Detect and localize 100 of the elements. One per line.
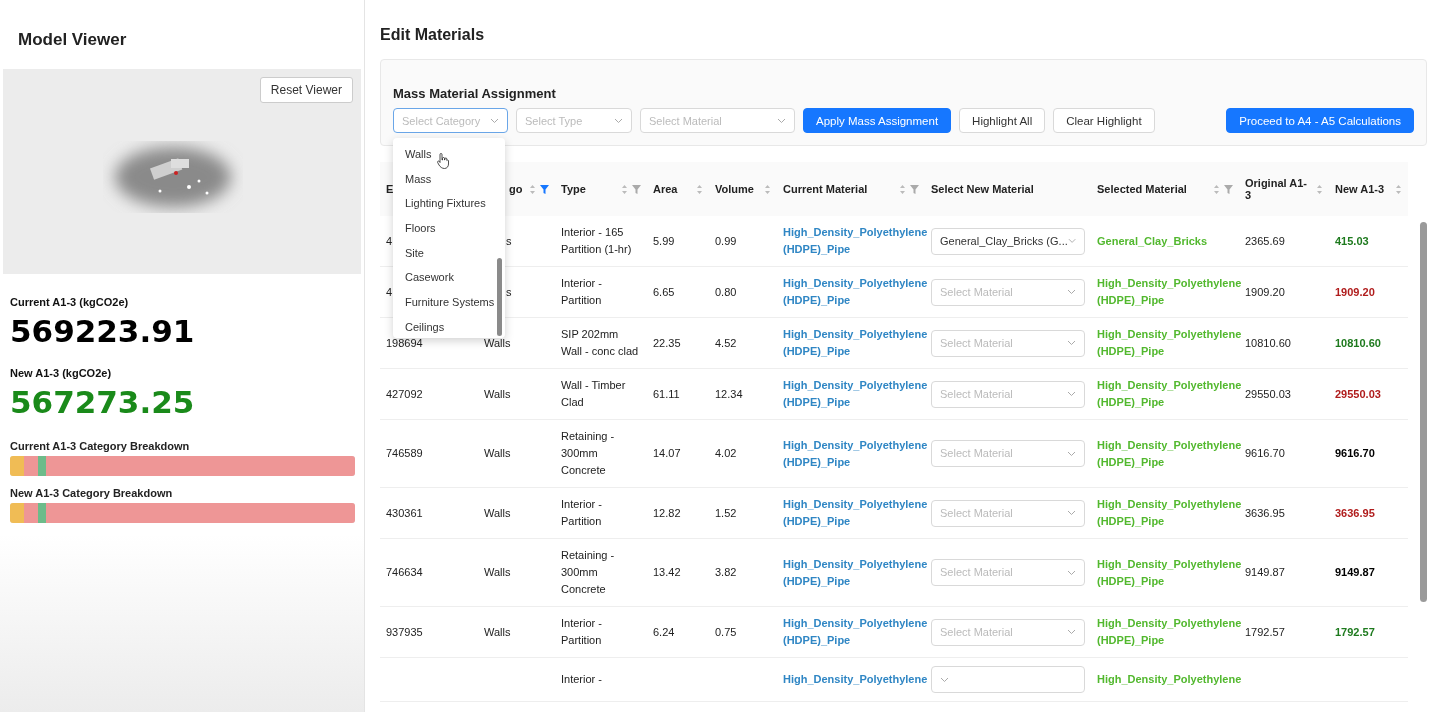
material-select[interactable] bbox=[931, 666, 1085, 693]
table-cell-text: 9616.70 bbox=[1245, 446, 1285, 461]
sort-icon[interactable] bbox=[764, 183, 771, 195]
breakdown-label: Current A1-3 Category Breakdown bbox=[10, 440, 191, 452]
action-button[interactable]: Highlight All bbox=[959, 108, 1046, 133]
filter-icon[interactable] bbox=[910, 184, 919, 194]
table-cell-text: 3.82 bbox=[715, 565, 737, 580]
proceed-button[interactable]: Proceed to A4 - A5 Calculations bbox=[1226, 108, 1414, 133]
hand-cursor-icon bbox=[437, 153, 449, 169]
table-cell-text: 3636.95 bbox=[1245, 505, 1285, 521]
metric-value: 569223.91 bbox=[10, 313, 196, 349]
chevron-down-icon bbox=[614, 117, 623, 124]
new-value: 29550.03 bbox=[1335, 386, 1381, 402]
material-link[interactable]: High_Density_Polyethylene (HDPE)_Pipe bbox=[783, 555, 928, 590]
sort-icon[interactable] bbox=[1316, 183, 1323, 195]
dropdown-option[interactable]: Furniture Systems bbox=[393, 290, 505, 315]
material-select[interactable]: General_Clay_Bricks (G... bbox=[931, 227, 1085, 255]
new-value: 9616.70 bbox=[1335, 446, 1375, 461]
table-cell-text: 4 bbox=[386, 233, 393, 249]
table-cell-text: SIP 202mm Wall - conc clad bbox=[561, 327, 640, 359]
table-cell-text: 2365.69 bbox=[1245, 233, 1285, 249]
action-button[interactable]: Apply Mass Assignment bbox=[803, 108, 952, 133]
table-cell-text: 5.99 bbox=[653, 233, 675, 249]
table-cell-text: Interior - 165 Partition (1-hr) bbox=[561, 225, 633, 257]
selected-material: General_Clay_Bricks bbox=[1097, 233, 1208, 249]
action-button[interactable]: Clear Highlight bbox=[1053, 108, 1155, 133]
table-cell-text: 937935 bbox=[386, 624, 423, 640]
column-header: Type bbox=[561, 183, 586, 195]
table-cell-text: Walls bbox=[484, 565, 511, 580]
card-title: Mass Material Assignment bbox=[393, 86, 557, 101]
material-link[interactable]: High_Density_Polyethylene (HDPE)_Pipe bbox=[783, 436, 928, 471]
new-value: 3636.95 bbox=[1335, 505, 1375, 521]
table-cell-text: Walls bbox=[484, 624, 511, 640]
material-link[interactable]: High_Density_Polyethylene (HDPE)_Pipe bbox=[783, 615, 928, 649]
chevron-down-icon bbox=[1067, 289, 1076, 295]
reset-viewer-button[interactable]: Reset Viewer bbox=[259, 77, 353, 103]
dropdown-option[interactable]: Mass bbox=[393, 166, 505, 192]
sort-icon[interactable] bbox=[696, 183, 703, 195]
sort-icon[interactable] bbox=[621, 183, 628, 195]
sort-icon[interactable] bbox=[529, 183, 536, 195]
column-header: E bbox=[386, 183, 394, 195]
selected-material: High_Density_Polyethylene (HDPE)_Pipe bbox=[1097, 497, 1242, 529]
table-cell-text: 12.34 bbox=[715, 386, 743, 402]
table-cell-text: 29550.03 bbox=[1245, 386, 1291, 402]
column-header: go bbox=[509, 183, 523, 195]
table-cell-text: Interior - Partition bbox=[561, 616, 603, 648]
material-link[interactable]: High_Density_Polyethylene (HDPE)_Pipe bbox=[783, 224, 928, 258]
table-cell-text: 61.11 bbox=[653, 386, 680, 402]
table-cell-text: 6.24 bbox=[653, 624, 675, 640]
dropdown-option[interactable]: Floors bbox=[393, 216, 505, 241]
chevron-down-icon bbox=[940, 676, 949, 683]
column-header: New A1-3 bbox=[1335, 183, 1385, 195]
table-cell-text: Retaining - 300mm Concrete bbox=[561, 429, 616, 478]
scrollbar[interactable] bbox=[1420, 222, 1427, 602]
sort-icon[interactable] bbox=[1213, 183, 1220, 195]
dropdown-option[interactable]: Lighting Fixtures bbox=[393, 191, 505, 217]
filter-icon[interactable] bbox=[632, 184, 641, 194]
dropdown-option[interactable]: Casework bbox=[393, 265, 505, 291]
section-title: Edit Materials bbox=[380, 26, 486, 44]
breakdown-label: New A1-3 Category Breakdown bbox=[10, 487, 174, 499]
material-link[interactable]: High_Density_Polyethylene bbox=[783, 671, 928, 688]
column-header: Selected Material bbox=[1097, 183, 1187, 195]
dropdown-option[interactable]: Ceilings bbox=[393, 314, 505, 338]
material-link[interactable]: High_Density_Polyethylene (HDPE)_Pipe bbox=[783, 496, 928, 530]
table-cell-text: 10810.60 bbox=[1245, 335, 1291, 351]
sort-icon[interactable] bbox=[1395, 183, 1402, 195]
table-cell-text: 0.99 bbox=[715, 233, 737, 249]
table-cell-text: 12.82 bbox=[653, 505, 681, 521]
dropdown-option[interactable]: Walls bbox=[393, 142, 505, 167]
table-cell-text: 198694 bbox=[386, 335, 423, 351]
chevron-down-icon bbox=[777, 117, 786, 124]
table-cell-text: 0.75 bbox=[715, 624, 737, 640]
table-cell-text: Retaining - 300mm Concrete bbox=[561, 548, 616, 597]
table-cell-text: 4.02 bbox=[715, 446, 737, 461]
column-header: Current Material bbox=[783, 183, 868, 195]
material-link[interactable]: High_Density_Polyethylene (HDPE)_Pipe bbox=[783, 377, 928, 411]
chevron-down-icon bbox=[490, 117, 499, 124]
table-cell-text: Walls bbox=[484, 446, 511, 461]
chevron-down-icon bbox=[1067, 629, 1076, 635]
column-header: Original A1-3 bbox=[1245, 177, 1308, 201]
scrollbar[interactable] bbox=[497, 258, 502, 336]
table-cell-text: 9149.87 bbox=[1245, 565, 1285, 580]
sort-icon[interactable] bbox=[899, 183, 906, 195]
material-link[interactable]: High_Density_Polyethylene (HDPE)_Pipe bbox=[783, 326, 928, 360]
selected-material: High_Density_Polyethylene (HDPE)_Pipe bbox=[1097, 556, 1242, 589]
table-cell-text: Walls bbox=[484, 335, 511, 351]
material-link[interactable]: High_Density_Polyethylene (HDPE)_Pipe bbox=[783, 275, 928, 309]
dropdown-option[interactable]: Site bbox=[393, 240, 505, 266]
table-cell-text: 1.52 bbox=[715, 505, 737, 521]
table-cell-text: 0.80 bbox=[715, 284, 737, 300]
table-cell-text: 430361 bbox=[386, 505, 423, 521]
table-cell-text: 14.07 bbox=[653, 446, 681, 461]
table-cell-text: Interior - bbox=[561, 672, 602, 687]
filter-icon[interactable] bbox=[540, 184, 549, 194]
chevron-down-icon bbox=[1067, 450, 1076, 457]
selected-material: High_Density_Polyethylene (HDPE)_Pipe bbox=[1097, 327, 1242, 359]
column-header: Area bbox=[653, 183, 678, 195]
filter-icon[interactable] bbox=[1224, 184, 1233, 194]
new-value: 9149.87 bbox=[1335, 565, 1375, 580]
table-cell-text: 4 bbox=[386, 284, 393, 300]
